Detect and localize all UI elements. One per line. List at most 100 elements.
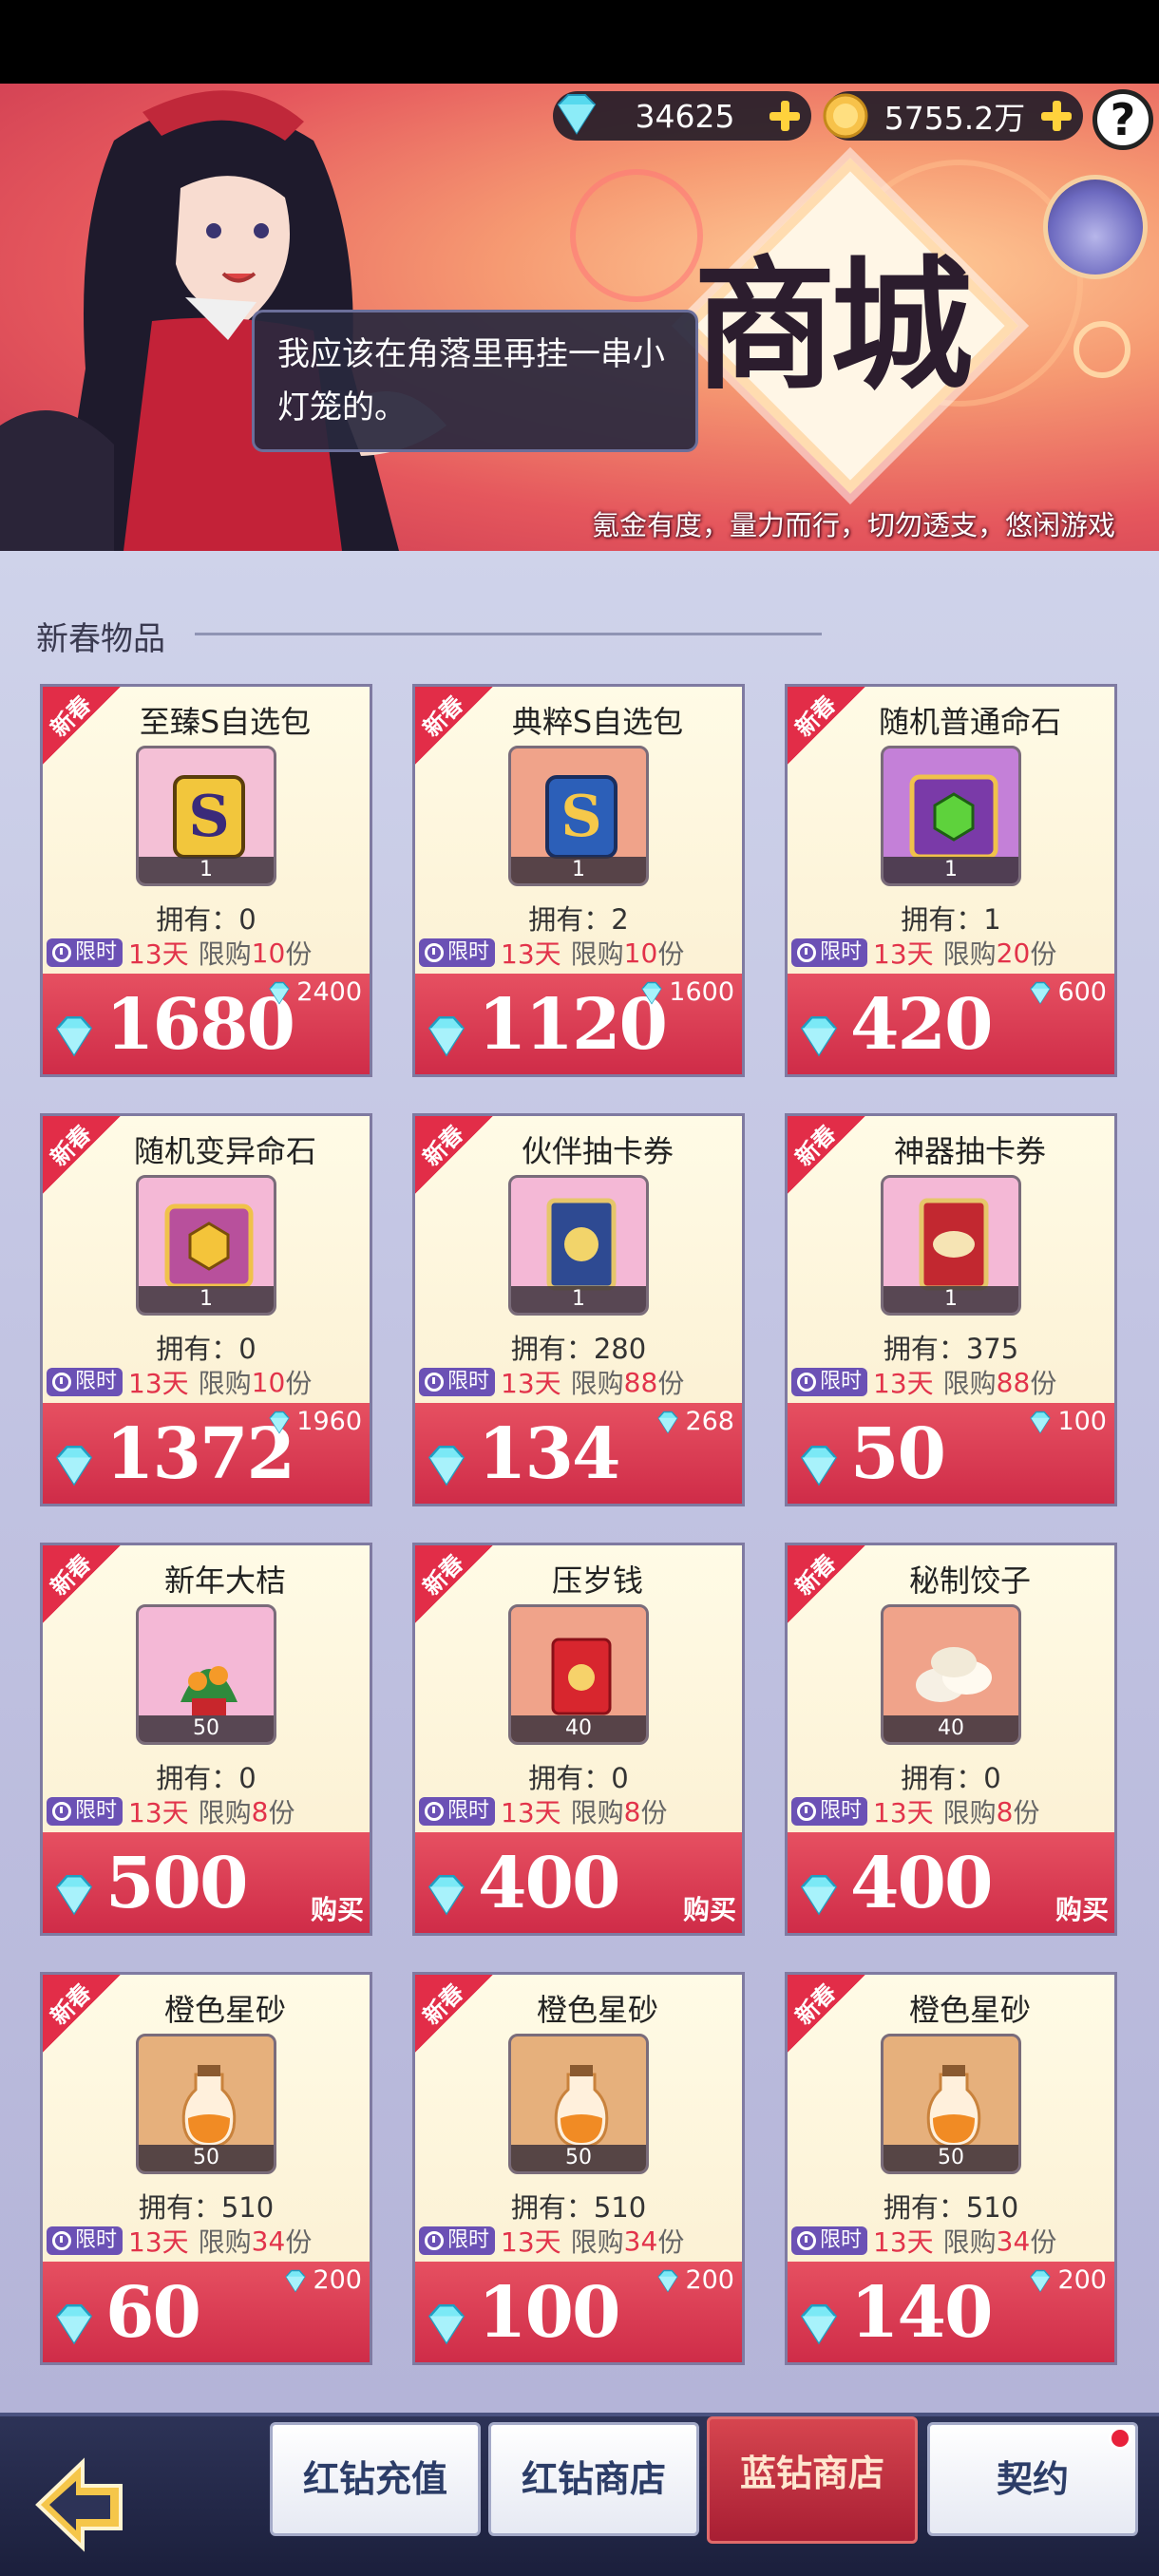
item-quantity: 50	[139, 1715, 274, 1742]
limited-badge: 限时	[47, 1797, 124, 1826]
item-icon-frame: 50	[508, 2034, 649, 2174]
gold-balance: 5755.2万	[823, 91, 1083, 141]
owned-label: 拥有：	[528, 903, 612, 936]
bottom-nav: 红钻充值 红钻商店 蓝钻商店 契约	[0, 2413, 1159, 2576]
owned-label: 拥有：	[510, 1333, 594, 1365]
original-price-value: 2400	[296, 977, 362, 1007]
limited-badge: 限时	[419, 938, 496, 967]
price-button[interactable]: 420 600	[788, 974, 1114, 1074]
purchase-limit-value: 10	[623, 937, 658, 969]
price-button[interactable]: 400 购买	[415, 1832, 742, 1933]
limited-label: 限时	[820, 1370, 863, 1393]
owned-label: 拥有：	[156, 1333, 239, 1365]
owned-label: 拥有：	[156, 1762, 239, 1794]
price-button[interactable]: 134 268	[415, 1403, 742, 1504]
purchase-limit-unit: 份	[285, 2226, 313, 2258]
purchase-limit-unit: 份	[640, 1797, 668, 1828]
owned-label: 拥有：	[883, 1333, 966, 1365]
item-name: 秘制饺子	[908, 1563, 1031, 1599]
price-value: 400	[850, 1843, 993, 1924]
shop-item-card[interactable]: 新春 随机变异命石 1 拥有：0 限时 13天 限购 10 份 1372 1960	[40, 1113, 372, 1506]
item-quantity: 1	[884, 857, 1018, 883]
owned-value: 1	[983, 903, 1001, 936]
item-quantity: 40	[511, 1715, 646, 1742]
item-name: 橙色星砂	[163, 1992, 286, 2028]
price-button[interactable]: 1120 1600	[415, 974, 742, 1074]
price-button[interactable]: 140 200	[788, 2262, 1114, 2362]
price-button[interactable]: 500 购买	[43, 1832, 370, 1933]
shop-item-card[interactable]: 新春 橙色星砂 50 拥有：510 限时 13天 限购 34 份 140 200	[785, 1972, 1117, 2365]
small-diamond-icon	[1030, 2269, 1052, 2293]
item-name: 橙色星砂	[908, 1992, 1031, 2028]
tab-contract[interactable]: 契约	[927, 2422, 1138, 2536]
limit-row: 限时 13天 限购 88 份	[791, 1365, 1114, 1399]
original-price: 200	[1027, 2265, 1107, 2295]
shop-item-card[interactable]: 新春 秘制饺子 40 拥有：0 限时 13天 限购 8 份 400 购买	[785, 1543, 1117, 1936]
item-icon-frame: 50	[136, 1604, 276, 1745]
price-button[interactable]: 1372 1960	[43, 1403, 370, 1504]
clock-icon	[425, 1373, 444, 1392]
price-button[interactable]: 400 购买	[788, 1832, 1114, 1933]
shop-item-card[interactable]: 新春 橙色星砂 50 拥有：510 限时 13天 限购 34 份 100 200	[412, 1972, 745, 2365]
tab-red-diamond-shop[interactable]: 红钻商店	[488, 2422, 699, 2536]
shop-item-card[interactable]: 新春 伙伴抽卡券 1 拥有：280 限时 13天 限购 88 份 134 268	[412, 1113, 745, 1506]
item-icon-frame: S 1	[508, 746, 649, 886]
item-name: 伙伴抽卡券	[521, 1133, 674, 1169]
price-button[interactable]: 1680 2400	[43, 974, 370, 1074]
status-bar	[0, 0, 1159, 84]
small-diamond-icon	[285, 2269, 307, 2293]
back-icon[interactable]	[30, 2453, 135, 2557]
add-diamond-button[interactable]	[764, 95, 806, 137]
owned-value: 510	[965, 2191, 1019, 2224]
original-price: 2400	[266, 977, 362, 1007]
price-value: 400	[478, 1843, 620, 1924]
purchase-limit-label: 限购	[570, 938, 624, 970]
price-button[interactable]: 60 200	[43, 2262, 370, 2362]
shop-item-card[interactable]: 新春 随机普通命石 1 拥有：1 限时 13天 限购 20 份 420 600	[785, 684, 1117, 1077]
original-price-value: 1960	[296, 1407, 362, 1436]
shop-item-card[interactable]: 新春 神器抽卡券 1 拥有：375 限时 13天 限购 88 份 50 100	[785, 1113, 1117, 1506]
gold-amount: 5755.2万	[884, 100, 1026, 137]
blue-diamond-icon	[428, 1446, 466, 1487]
price-button[interactable]: 50 100	[788, 1403, 1114, 1504]
shop-item-card[interactable]: 新春 新年大桔 50 拥有：0 限时 13天 限购 8 份 500 购买	[40, 1543, 372, 1936]
item-quantity: 50	[884, 2145, 1018, 2171]
small-diamond-icon	[1030, 981, 1052, 1005]
shop-item-card[interactable]: 新春 典粹S自选包 S 1 拥有：2 限时 13天 限购 10 份 1120 160…	[412, 684, 745, 1077]
avatar[interactable]	[1043, 175, 1148, 279]
add-gold-button[interactable]	[1036, 95, 1077, 137]
tab-red-diamond-recharge[interactable]: 红钻充值	[270, 2422, 481, 2536]
purchase-limit-value: 34	[996, 2225, 1031, 2257]
blue-diamond-icon	[428, 1875, 466, 1916]
days-remaining: 13天	[501, 1797, 561, 1828]
small-diamond-icon	[657, 1411, 679, 1434]
item-name: 典粹S自选包	[511, 704, 684, 740]
days-remaining: 13天	[128, 1797, 189, 1828]
purchase-limit-value: 20	[996, 937, 1031, 969]
clock-icon	[52, 943, 71, 962]
purchase-limit-unit: 份	[268, 1797, 295, 1828]
help-button[interactable]: ?	[1092, 89, 1153, 150]
original-price: 268	[655, 1407, 734, 1436]
diamond-amount: 34625	[635, 97, 735, 135]
tab-blue-diamond-shop[interactable]: 蓝钻商店	[707, 2416, 918, 2544]
purchase-limit-label: 限购	[198, 1797, 252, 1828]
purchase-limit-unit: 份	[657, 938, 685, 970]
days-remaining: 13天	[501, 2226, 561, 2258]
svg-text:S: S	[560, 784, 601, 850]
slogan-text: 氪金有度，量力而行，切勿透支，悠闲游戏	[591, 509, 1115, 541]
price-button[interactable]: 100 200	[415, 2262, 742, 2362]
item-quantity: 1	[139, 857, 274, 883]
limit-row: 限时 13天 限购 20 份	[791, 936, 1114, 970]
days-remaining: 13天	[128, 1368, 189, 1399]
days-remaining: 13天	[128, 2226, 189, 2258]
original-price-value: 200	[685, 2265, 734, 2295]
limited-label: 限时	[75, 1799, 118, 1823]
purchase-limit-value: 10	[251, 1366, 286, 1398]
shop-item-card[interactable]: 新春 橙色星砂 50 拥有：510 限时 13天 限购 34 份 60 200	[40, 1972, 372, 2365]
shop-item-card[interactable]: 新春 压岁钱 40 拥有：0 限时 13天 限购 8 份 400 购买	[412, 1543, 745, 1936]
speech-bubble: 我应该在角落里再挂一串小灯笼的。	[252, 310, 698, 452]
shop-item-card[interactable]: 新春 至臻S自选包 S 1 拥有：0 限时 13天 限购 10 份 1680 240…	[40, 684, 372, 1077]
limited-badge: 限时	[419, 2226, 496, 2255]
owned-label: 拥有：	[901, 1762, 984, 1794]
